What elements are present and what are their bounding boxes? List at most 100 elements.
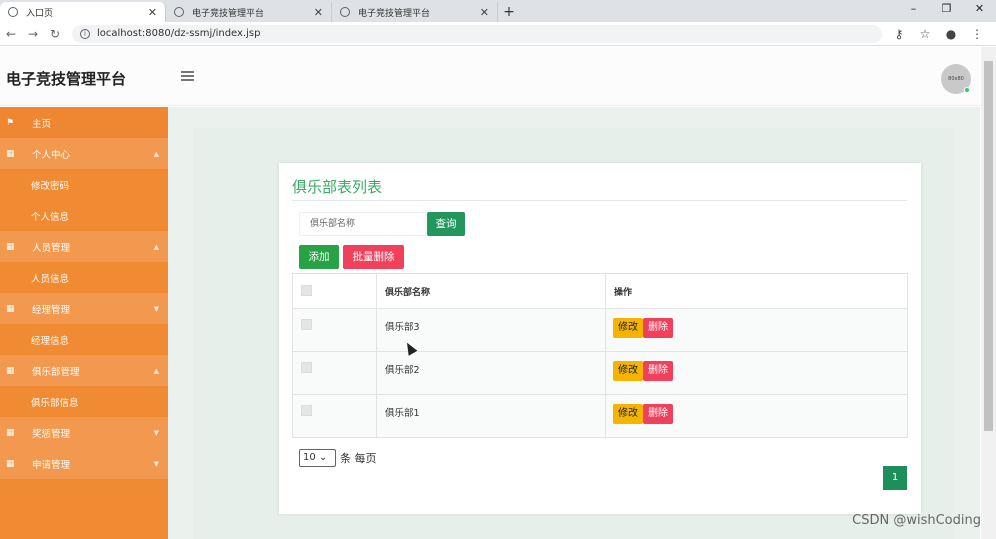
close-tab-icon[interactable]: ✕ (148, 6, 157, 19)
sidebar-item-home[interactable]: ⚑ 主页 (0, 107, 168, 138)
chevron-down-icon: ▼ (153, 428, 159, 437)
browser-tab-bar: 入口页 ✕ 电子竞技管理平台 ✕ 电子竞技管理平台 ✕ + – ❐ ✕ (0, 0, 996, 22)
add-button[interactable]: 添加 (299, 245, 339, 269)
page-size-select[interactable]: 10 ⌄ (299, 449, 336, 467)
sidebar-group-reward[interactable]: ▦ 奖惩管理 ▼ (0, 417, 168, 448)
table-row: 俱乐部2 修改 删除 (292, 351, 908, 395)
close-tab-icon[interactable]: ✕ (314, 6, 323, 19)
browser-tab[interactable]: 电子竞技管理平台 ✕ (166, 2, 332, 22)
actions-cell: 修改 删除 (605, 308, 908, 352)
edit-button[interactable]: 修改 (613, 318, 643, 338)
minimize-button[interactable]: – (897, 0, 930, 20)
avatar-text: 80x80 (948, 76, 964, 82)
reload-icon[interactable]: ↻ (44, 27, 66, 41)
table-header-row: 俱乐部名称 操作 (292, 273, 908, 309)
sidebar-group-apply[interactable]: ▦ 申请管理 ▼ (0, 448, 168, 479)
grid-icon: ▦ (6, 458, 15, 469)
grid-icon: ▦ (6, 303, 15, 314)
globe-icon (8, 7, 18, 17)
browser-tab[interactable]: 电子竞技管理平台 ✕ (332, 2, 498, 22)
tab-title: 电子竞技管理平台 (358, 8, 431, 19)
table-row: 俱乐部3 修改 删除 (292, 308, 908, 352)
back-icon[interactable]: ← (0, 27, 22, 41)
page-size-control: 10 ⌄ 条 每页 (299, 449, 377, 467)
sidebar-group-personal[interactable]: ▦ 个人中心 ▲ (0, 138, 168, 169)
table-row: 俱乐部1 修改 删除 (292, 394, 908, 438)
actions-cell: 修改 删除 (605, 351, 908, 395)
sidebar-item-label: 人员信息 (31, 273, 70, 285)
row-select-cell (292, 351, 377, 395)
select-all-checkbox[interactable] (301, 285, 312, 296)
page-number-button[interactable]: 1 (883, 466, 907, 490)
edit-button[interactable]: 修改 (613, 361, 643, 381)
info-icon[interactable]: i (80, 28, 90, 39)
divider (292, 200, 907, 201)
club-name-cell: 俱乐部2 (376, 351, 606, 395)
row-checkbox[interactable] (301, 405, 312, 416)
club-name-search-input[interactable]: 俱乐部名称 (299, 212, 426, 236)
flag-icon: ⚑ (6, 117, 15, 128)
delete-button[interactable]: 删除 (643, 404, 673, 424)
sidebar-group-club[interactable]: ▦ 俱乐部管理 ▲ (0, 355, 168, 386)
batch-delete-button[interactable]: 批量删除 (343, 245, 404, 269)
delete-button[interactable]: 删除 (643, 361, 673, 381)
row-select-cell (292, 394, 377, 438)
menu-dots-icon[interactable]: ⋮ (964, 27, 990, 41)
sidebar-item-label: 主页 (32, 118, 52, 130)
key-icon[interactable]: ⚷ (886, 27, 912, 41)
new-tab-button[interactable]: + (498, 2, 520, 22)
close-tab-icon[interactable]: ✕ (480, 6, 489, 19)
app-header: 电子竞技管理平台 80x80 (0, 47, 980, 106)
sidebar-item-change-password[interactable]: 修改密码 (0, 169, 168, 200)
select-all-header (292, 273, 377, 309)
url-field[interactable]: i localhost:8080/dz-ssmj/index.jsp (72, 24, 882, 43)
chevron-up-icon: ▲ (153, 366, 159, 375)
sidebar-item-label: 人员管理 (32, 242, 71, 254)
row-checkbox[interactable] (301, 319, 312, 330)
sidebar-item-label: 修改密码 (31, 180, 70, 192)
brand-title: 电子竞技管理平台 (6, 70, 127, 88)
column-header-actions: 操作 (605, 273, 908, 309)
grid-icon: ▦ (6, 427, 15, 438)
sidebar-item-personal-info[interactable]: 个人信息 (0, 200, 168, 231)
close-window-button[interactable]: ✕ (963, 0, 996, 20)
grid-icon: ▦ (6, 365, 15, 376)
watermark: CSDN @wishCoding (852, 513, 981, 528)
query-button[interactable]: 查询 (427, 212, 465, 236)
sidebar-item-manager-info[interactable]: 经理信息 (0, 324, 168, 355)
actions-cell: 修改 删除 (605, 394, 908, 438)
profile-icon[interactable]: ● (938, 27, 964, 41)
url-text: localhost:8080/dz-ssmj/index.jsp (97, 28, 261, 39)
scrollbar[interactable] (981, 47, 996, 539)
avatar[interactable]: 80x80 (941, 64, 971, 94)
sidebar-group-manager[interactable]: ▦ 经理管理 ▼ (0, 293, 168, 324)
sidebar-group-staff[interactable]: ▦ 人员管理 ▲ (0, 231, 168, 262)
row-select-cell (292, 308, 377, 352)
column-header-name: 俱乐部名称 (376, 273, 606, 309)
sidebar-item-staff-info[interactable]: 人员信息 (0, 262, 168, 293)
club-name-cell: 俱乐部1 (376, 394, 606, 438)
sidebar-item-label: 奖惩管理 (32, 428, 71, 440)
address-bar-row: ← → ↻ i localhost:8080/dz-ssmj/index.jsp… (0, 22, 996, 46)
grid-icon: ▦ (6, 241, 15, 252)
sidebar-item-label: 个人中心 (32, 149, 71, 161)
main-area: 俱乐部表列表 俱乐部名称 查询 添加 批量删除 俱乐部名称 操作 俱乐部3 修改… (168, 107, 980, 539)
sidebar-item-label: 经理信息 (31, 335, 70, 347)
forward-icon[interactable]: → (22, 27, 44, 41)
chevron-up-icon: ▲ (153, 149, 159, 158)
star-icon[interactable]: ☆ (912, 27, 938, 41)
edit-button[interactable]: 修改 (613, 404, 643, 424)
row-checkbox[interactable] (301, 362, 312, 373)
window-controls: – ❐ ✕ (897, 0, 996, 20)
sidebar-item-label: 个人信息 (31, 211, 70, 223)
page-size-value: 10 (303, 452, 316, 463)
delete-button[interactable]: 删除 (643, 318, 673, 338)
browser-tab[interactable]: 入口页 ✕ (0, 2, 166, 22)
sidebar-item-label: 俱乐部信息 (31, 397, 79, 409)
content-wrapper: 俱乐部表列表 俱乐部名称 查询 添加 批量删除 俱乐部名称 操作 俱乐部3 修改… (193, 128, 955, 539)
maximize-button[interactable]: ❐ (930, 0, 963, 20)
scrollbar-thumb[interactable] (984, 61, 993, 431)
hamburger-menu-icon[interactable] (181, 71, 194, 81)
page-size-suffix: 条 每页 (340, 452, 377, 465)
sidebar-item-club-info[interactable]: 俱乐部信息 (0, 386, 168, 417)
